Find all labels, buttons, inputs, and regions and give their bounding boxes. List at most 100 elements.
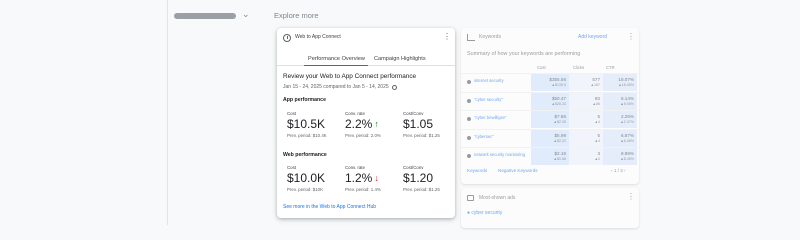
app-cost-per-conv-metric: Cost/Conv $1.05 Prev. period: $1.25	[403, 111, 459, 138]
arrow-down-icon: ↓	[374, 173, 379, 183]
cell-value: 6.67%	[620, 132, 634, 138]
status-dot-icon	[467, 154, 471, 158]
cyber-security-link-text: cyber security	[471, 210, 503, 216]
chart-icon	[467, 34, 475, 41]
keyword-text[interactable]: "cyber bewilligen"	[474, 115, 532, 120]
cell-change: ▲8.45%	[620, 157, 634, 161]
keyword-text[interactable]: "cyber security"	[474, 97, 532, 102]
card-title: Web to App Connect	[295, 34, 341, 40]
web-performance-label: Web performance	[283, 152, 327, 158]
table-cell-ctr: 6.14% ▲6.06%	[603, 92, 637, 110]
metric-label: Cost/Conv	[403, 165, 424, 170]
metric-value: 1.2%	[345, 171, 373, 185]
metric-value: $10.5K	[287, 117, 326, 131]
web-to-app-card: Web to App Connect ⋮ Performance Overvie…	[277, 28, 455, 218]
add-keyword-button[interactable]: Add keyword	[578, 34, 607, 40]
cell-change: ▲2.47%	[620, 120, 634, 124]
more-options-icon[interactable]: ⋮	[627, 33, 635, 41]
tab-campaign-highlights[interactable]: Campaign Highlights	[374, 56, 426, 62]
chevron-down-icon[interactable]: ⌄	[242, 9, 250, 20]
cell-change: ▲$28.33	[551, 101, 566, 106]
status-dot-icon	[467, 117, 471, 121]
metric-prev: Prev. period: 2.0%	[345, 133, 381, 138]
column-header-ctr[interactable]: CTR	[606, 65, 615, 70]
keyword-text[interactable]: "cybersec"	[474, 134, 532, 139]
cell-value: 3	[597, 151, 600, 156]
table-cell-clicks: 5 ▲4	[569, 129, 603, 147]
cell-change: ▲167	[590, 83, 600, 87]
cell-value: 577	[592, 77, 600, 82]
metric-value: $10.0K	[287, 171, 326, 185]
table-row[interactable]: "cyber bewilligen" $7.86 ▲$2.35 5 ▲4 2.26% ▲2.…	[461, 110, 639, 128]
metric-label: Cost	[287, 165, 297, 170]
cell-change: ▲$0.88	[553, 157, 566, 161]
table-cell-clicks: 3 ▲0	[569, 148, 603, 165]
metric-value-row: 1.2% ↓	[345, 171, 401, 185]
cell-change: ▲86	[592, 101, 600, 106]
keywords-tab-link[interactable]: Keywords	[467, 168, 487, 173]
table-cell-clicks: 93 ▲86	[569, 92, 603, 110]
more-options-icon[interactable]: ⋮	[627, 193, 635, 201]
cell-change: ▲4	[594, 120, 600, 124]
app-conv-rate-metric: Conv. rate 2.2% ↑ Prev. period: 2.0%	[345, 111, 401, 138]
status-dot-icon	[467, 98, 471, 103]
cell-value: $355.56	[549, 77, 566, 82]
cell-value: 18.07%	[618, 77, 634, 82]
web-cost-per-conv-metric: Cost/Conv $1.20 Prev. period: $1.25	[403, 165, 459, 192]
card-tabs: Performance Overview Campaign Highlights	[277, 52, 455, 66]
clock-icon[interactable]	[391, 84, 397, 90]
review-title: Review your Web to App Connect performan…	[283, 73, 417, 80]
metric-value-row: $1.05	[403, 117, 459, 131]
cell-value: $5.99	[554, 132, 567, 138]
cell-value: $2.16	[554, 151, 567, 156]
metric-label: Cost/Conv	[403, 111, 424, 116]
cell-change: ▲4	[594, 138, 600, 143]
negative-keywords-tab-link[interactable]: Negative Keywords	[498, 168, 538, 173]
table-cell-ctr: 8.89% ▲8.45%	[603, 148, 637, 165]
web-conv-rate-metric: Conv. rate 1.2% ↓ Prev. period: 1.4%	[345, 165, 401, 192]
table-cell-cost: $50.47 ▲$28.33	[531, 92, 569, 110]
table-cell-cost: $7.86 ▲$2.35	[531, 111, 569, 128]
table-row[interactable]: "cyber security" $50.47 ▲$28.33 93 ▲86 6.14% ▲…	[461, 91, 639, 110]
status-dot-icon	[467, 135, 471, 140]
hub-link[interactable]: See more in the Web to App Connect Hub	[283, 204, 376, 210]
table-cell-cost: $5.99 ▲$2.22	[531, 129, 569, 147]
metric-label: Conv. rate	[345, 111, 365, 116]
ad-icon	[467, 195, 474, 201]
table-cell-ctr: 6.67% ▲6.48%	[603, 129, 637, 147]
keyword-text[interactable]: network security monitoring	[474, 152, 532, 157]
table-row[interactable]: network security monitoring $2.16 ▲$0.88 3 ▲…	[461, 147, 639, 165]
table-cell-cost: $355.56 ▲$135.5	[531, 74, 569, 91]
metric-value: 2.2%	[345, 117, 373, 131]
metric-value-row: $10.0K	[287, 171, 343, 185]
metric-value-row: $1.20	[403, 171, 459, 185]
table-row[interactable]: "cybersec" $5.99 ▲$2.22 5 ▲4 6.67% ▲6.48%	[461, 128, 639, 147]
metric-value: $1.20	[403, 171, 434, 185]
cell-value: 5	[597, 114, 600, 119]
cell-value: 5	[597, 132, 600, 138]
cell-value: $7.86	[554, 114, 567, 119]
pager: ‹ 1 / 3 ›	[611, 168, 626, 173]
metric-value-row: $10.5K	[287, 117, 343, 131]
table-row[interactable]: internet security $355.56 ▲$135.5 577 ▲167 18…	[461, 73, 639, 91]
cell-change: ▲$2.22	[553, 138, 566, 143]
card-header: Web to App Connect ⋮	[277, 28, 455, 48]
more-options-icon[interactable]: ⋮	[443, 33, 451, 41]
cell-change: ▲$2.35	[553, 120, 566, 124]
cyber-security-link[interactable]: ● cyber security	[467, 210, 502, 216]
status-dot-icon	[467, 80, 471, 84]
left-rail	[0, 0, 168, 225]
pager-text: 1 / 3	[613, 168, 623, 173]
cell-change: ▲18.45%	[618, 83, 634, 87]
web-cost-metric: Cost $10.0K Prev. period: $10K	[287, 165, 343, 192]
cell-change: ▲6.48%	[620, 138, 634, 143]
keyword-text[interactable]: internet security	[474, 78, 532, 83]
account-selector[interactable]	[174, 13, 236, 19]
cell-value: 8.89%	[620, 151, 634, 156]
metric-prev: Prev. period: $1.25	[403, 187, 440, 192]
column-header-clicks[interactable]: Clicks	[573, 65, 584, 70]
tab-performance-overview[interactable]: Performance Overview	[308, 56, 365, 62]
metric-prev: Prev. period: $1.25	[403, 133, 440, 138]
column-header-cost[interactable]: Cost	[537, 65, 546, 70]
cell-change: ▲$135.5	[551, 83, 566, 87]
